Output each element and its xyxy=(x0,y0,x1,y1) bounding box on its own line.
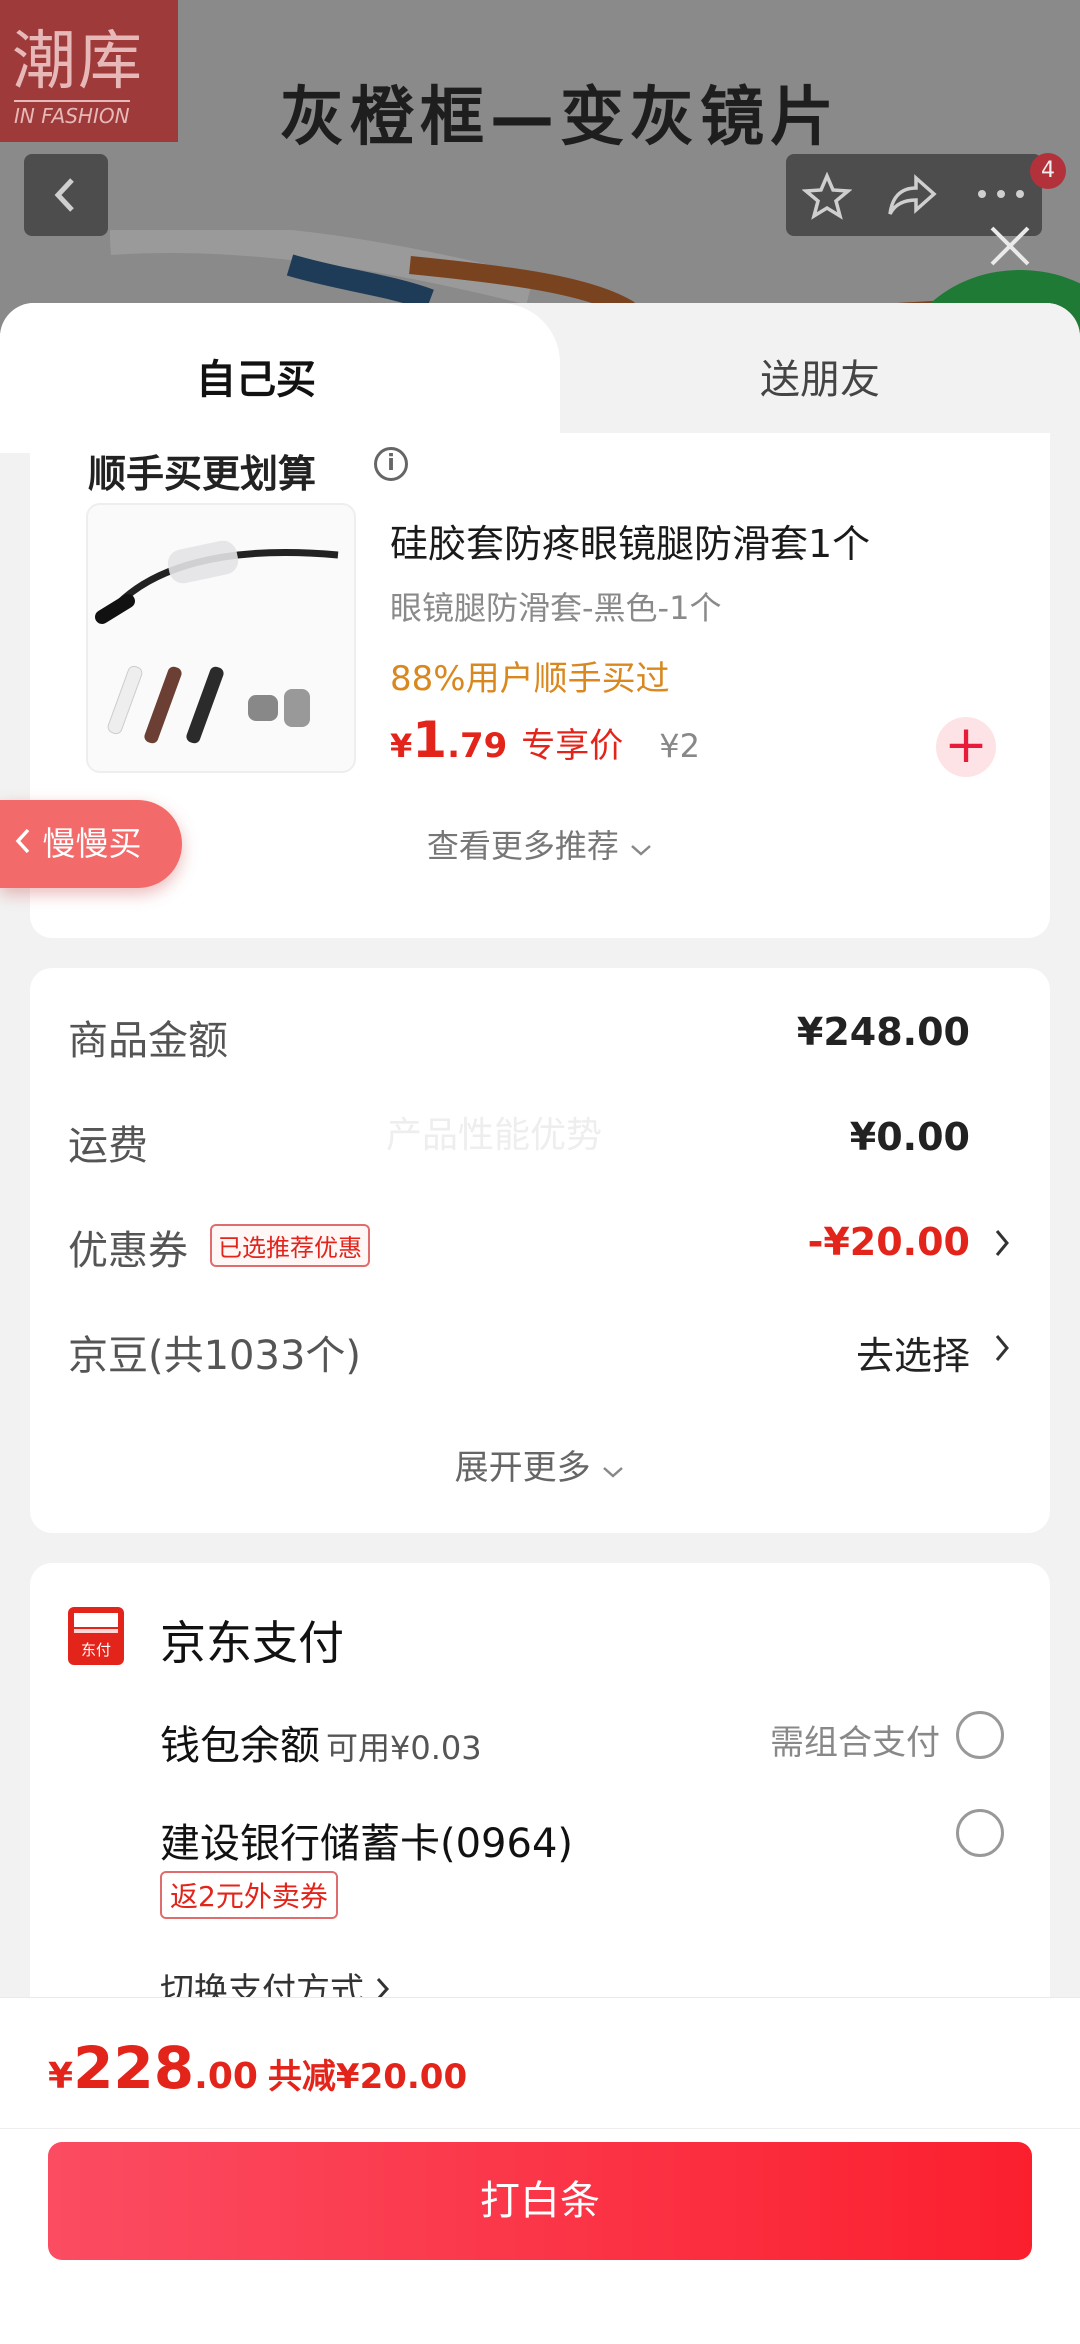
price-decimal: .79 xyxy=(447,726,508,766)
coupon-row[interactable]: 优惠券 已选推荐优惠 -¥20.00 xyxy=(68,1212,1010,1274)
chevron-left-icon xyxy=(54,178,74,212)
wallet-balance-label: 钱包余额 xyxy=(160,1723,320,1769)
checkout-footer: ¥228.00 共减¥20.00 打白条 xyxy=(0,1997,1080,2344)
wallet-available-amount: 可用¥0.03 xyxy=(326,1729,482,1767)
slow-buy-button[interactable]: 慢慢买 xyxy=(0,800,182,888)
payment-method-title: 京东支付 xyxy=(160,1616,344,1670)
exclusive-price-label: 专享价 xyxy=(521,726,624,766)
coupon-value: -¥20.00 xyxy=(807,1220,970,1264)
wallet-balance-option[interactable]: 钱包余额 可用¥0.03 xyxy=(160,1713,482,1771)
total-decimal: .00 xyxy=(194,2056,258,2097)
bank-card-option[interactable]: 建设银行储蓄卡(0964) xyxy=(160,1811,573,1869)
chevron-down-icon xyxy=(631,845,651,856)
order-summary-card: 产品性能优势 商品金额 ¥248.00 运费 ¥0.00 优惠券 已选推荐优惠 … xyxy=(30,968,1050,1533)
product-price: ¥1.79 专享价 ¥2 xyxy=(390,711,700,769)
bank-card-promo-tag: 返2元外卖券 xyxy=(160,1871,338,1919)
payment-card: 东付 京东支付 钱包余额 可用¥0.03 需组合支付 建设银行储蓄卡(0964) … xyxy=(30,1563,1050,2023)
total-savings: 共减¥20.00 xyxy=(267,2057,468,2097)
checkout-sheet: 自己买 送朋友 顺手买更划算 i 硅胶套防疼眼镜腿防滑套1个 眼镜腿防滑套-黑色… xyxy=(0,303,1080,2344)
see-more-label: 查看更多推荐 xyxy=(426,827,619,865)
coupon-label: 优惠券 xyxy=(68,1228,188,1274)
star-icon[interactable] xyxy=(802,172,852,220)
info-icon[interactable]: i xyxy=(374,447,408,481)
tab-self-buy[interactable]: 自己买 xyxy=(196,347,316,405)
shipping-row: 运费 ¥0.00 xyxy=(68,1107,1010,1169)
jd-beans-value: 去选择 xyxy=(855,1334,970,1378)
goods-amount-label: 商品金额 xyxy=(68,1018,228,1064)
jd-beans-label: 京豆(共1033个) xyxy=(68,1333,362,1379)
store-logo-subtext: IN FASHION xyxy=(14,100,130,128)
more-icon[interactable] xyxy=(976,184,1026,204)
product-name[interactable]: 硅胶套防疼眼镜腿防滑套1个 xyxy=(390,513,870,568)
combined-payment-hint: 需组合支付 xyxy=(770,1723,940,1763)
chevron-right-icon xyxy=(995,1335,1009,1361)
message-count-badge: 4 xyxy=(1030,153,1066,189)
share-icon[interactable] xyxy=(886,172,940,220)
jd-beans-row[interactable]: 京豆(共1033个) 去选择 xyxy=(68,1317,1010,1379)
add-to-order-button[interactable]: + xyxy=(936,717,996,777)
tab-gift-friend[interactable]: 送朋友 xyxy=(760,347,880,405)
product-purchase-rate: 88%用户顺手买过 xyxy=(390,659,670,699)
store-logo: 潮库 IN FASHION xyxy=(0,0,178,142)
coupon-selected-tag: 已选推荐优惠 xyxy=(210,1224,370,1267)
product-thumbnail[interactable] xyxy=(86,503,356,773)
jd-pay-icon: 东付 xyxy=(68,1607,124,1665)
glasses-sleeve-image xyxy=(95,540,339,744)
product-banner-title: 灰橙框—变灰镜片 xyxy=(280,81,840,155)
recommendation-card: 顺手买更划算 i 硅胶套防疼眼镜腿防滑套1个 眼镜腿防滑套-黑色-1个 88%用… xyxy=(0,413,1050,938)
recommendation-heading: 顺手买更划算 xyxy=(88,452,317,496)
slow-buy-label: 慢慢买 xyxy=(42,824,142,863)
total-price: ¥228.00 共减¥20.00 xyxy=(48,2034,467,2102)
expand-more-label: 展开更多 xyxy=(454,1448,591,1488)
bank-card-radio[interactable] xyxy=(956,1809,1004,1857)
total-currency: ¥ xyxy=(48,2056,74,2097)
pay-with-baitiao-button[interactable]: 打白条 xyxy=(48,2142,1032,2260)
chevron-left-icon xyxy=(15,828,30,854)
chevron-down-icon xyxy=(603,1467,624,1478)
expand-more-button[interactable]: 展开更多 xyxy=(30,1440,1050,1489)
wallet-radio[interactable] xyxy=(956,1711,1004,1759)
total-integer: 228 xyxy=(73,2034,195,2102)
goods-amount-row: 商品金额 ¥248.00 xyxy=(68,1002,1010,1064)
chevron-right-icon xyxy=(995,1230,1009,1256)
goods-amount-value: ¥248.00 xyxy=(796,1010,970,1054)
footer-divider xyxy=(0,2128,1080,2129)
product-spec: 眼镜腿防滑套-黑色-1个 xyxy=(390,589,722,627)
original-price: ¥2 xyxy=(659,727,701,765)
store-logo-text: 潮库 xyxy=(12,25,144,99)
price-integer: 1 xyxy=(412,711,448,769)
shipping-label: 运费 xyxy=(68,1123,148,1169)
back-button[interactable] xyxy=(24,154,108,236)
shipping-value: ¥0.00 xyxy=(849,1115,970,1159)
close-icon[interactable] xyxy=(986,222,1034,270)
price-currency: ¥ xyxy=(390,727,413,765)
jd-pay-icon-text: 东付 xyxy=(81,1641,111,1659)
see-more-recommendations[interactable]: 查看更多推荐 xyxy=(30,821,1050,867)
